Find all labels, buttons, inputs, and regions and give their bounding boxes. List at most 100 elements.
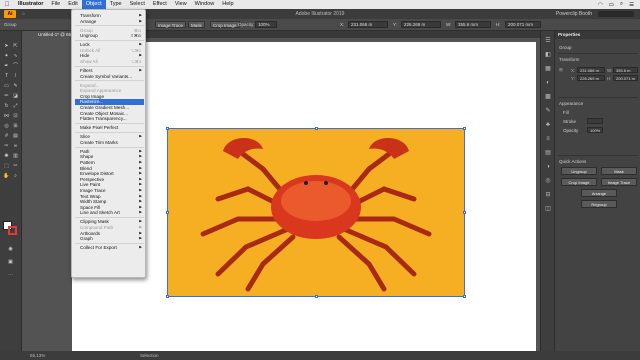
selection-handle[interactable] bbox=[315, 127, 318, 130]
menu-type[interactable]: Type bbox=[106, 0, 126, 9]
search-icon[interactable]: ⌕ bbox=[620, 1, 623, 8]
prop-w-input[interactable]: 355.6 m bbox=[613, 67, 638, 73]
align-panel-icon[interactable]: ⊟ bbox=[544, 191, 552, 199]
menu-item-create-trim-marks[interactable]: Create Trim Marks bbox=[75, 140, 144, 146]
artboard-tool-icon[interactable]: ⬚ bbox=[3, 163, 10, 170]
screen-mode-icon[interactable]: ▣ bbox=[7, 259, 14, 266]
properties-tab[interactable]: Properties bbox=[555, 31, 640, 39]
gradient-tool-icon[interactable]: ▤ bbox=[12, 133, 19, 140]
menu-item-make-pixel-perfect[interactable]: Make Pixel Perfect bbox=[75, 125, 144, 131]
selection-tool-icon[interactable]: ➤ bbox=[3, 43, 10, 50]
opacity-input[interactable]: 100% bbox=[587, 127, 603, 133]
selection-handle[interactable] bbox=[463, 295, 466, 298]
menu-item-line-and-sketch-art[interactable]: Line and Sketch Art ▶ bbox=[75, 210, 144, 216]
layers-panel-icon[interactable]: ◧ bbox=[544, 51, 552, 59]
menu-list-icon[interactable]: ☰ bbox=[629, 2, 634, 8]
zoom-level[interactable]: 65.13% bbox=[30, 351, 45, 360]
menu-help[interactable]: Help bbox=[218, 0, 237, 9]
apple-icon[interactable]:  bbox=[0, 2, 14, 8]
menu-file[interactable]: File bbox=[47, 0, 64, 9]
width-tool-icon[interactable]: ⋈ bbox=[3, 113, 10, 120]
lasso-tool-icon[interactable]: ∿ bbox=[12, 53, 19, 60]
graph-tool-icon[interactable]: ▥ bbox=[12, 153, 19, 160]
crop-image-button[interactable]: Crop Image bbox=[210, 21, 240, 28]
selection-handle[interactable] bbox=[463, 211, 466, 214]
magic-wand-tool-icon[interactable]: ✦ bbox=[3, 53, 10, 60]
ungroup-button[interactable]: Ungroup bbox=[561, 167, 597, 175]
selection-handle[interactable] bbox=[166, 127, 169, 130]
battery-icon[interactable]: ▭ bbox=[609, 2, 614, 8]
free-transform-tool-icon[interactable]: ⊡ bbox=[12, 113, 19, 120]
paintbrush-tool-icon[interactable]: ✎ bbox=[12, 83, 19, 90]
menu-select[interactable]: Select bbox=[126, 0, 149, 9]
eraser-tool-icon[interactable]: ◪ bbox=[12, 93, 19, 100]
menu-edit[interactable]: Edit bbox=[64, 0, 81, 9]
type-tool-icon[interactable]: T bbox=[3, 73, 10, 80]
x-input[interactable]: 231.066 m bbox=[348, 21, 388, 28]
transparency-panel-icon[interactable]: ◑ bbox=[544, 163, 552, 171]
gradient-panel-icon[interactable]: ▤ bbox=[544, 149, 552, 157]
eyedropper-tool-icon[interactable]: ✑ bbox=[3, 143, 10, 150]
image-trace-button[interactable]: Image Trace bbox=[155, 21, 187, 28]
menu-item-graph[interactable]: Graph ▶ bbox=[75, 236, 144, 242]
menu-item-ungroup[interactable]: Ungroup ⇧⌘G bbox=[75, 33, 144, 39]
rectangle-tool-icon[interactable]: ▭ bbox=[3, 83, 10, 90]
pencil-tool-icon[interactable]: ✏ bbox=[3, 93, 10, 100]
menu-view[interactable]: View bbox=[171, 0, 191, 9]
pathfinder-panel-icon[interactable]: ◫ bbox=[544, 205, 552, 213]
h-input[interactable]: 200.071 mm bbox=[505, 21, 541, 28]
blend-tool-icon[interactable]: ∞ bbox=[12, 143, 19, 150]
more-tools-icon[interactable]: ⋯ bbox=[7, 272, 14, 279]
mask-button[interactable]: Mask bbox=[601, 167, 637, 175]
swatches-panel-icon[interactable]: ▩ bbox=[544, 93, 552, 101]
prop-x-input[interactable]: 231.066 m bbox=[577, 67, 605, 73]
stroke-swatch[interactable] bbox=[8, 226, 17, 235]
libraries-panel-icon[interactable]: ▦ bbox=[544, 65, 552, 73]
rotate-tool-icon[interactable]: ↻ bbox=[3, 103, 10, 110]
regroup-button[interactable]: Regroup bbox=[581, 200, 617, 208]
selection-handle[interactable] bbox=[315, 295, 318, 298]
wifi-icon[interactable]: ◠ bbox=[598, 2, 603, 8]
menu-item-collect-for-export[interactable]: Collect For Export ▶ bbox=[75, 245, 144, 251]
line-tool-icon[interactable]: / bbox=[12, 73, 19, 80]
opacity-input[interactable]: 100% bbox=[255, 21, 277, 28]
reference-point-icon[interactable]: ⊞ bbox=[559, 67, 563, 73]
y-input[interactable]: 226.269 m bbox=[401, 21, 441, 28]
draw-mode-icon[interactable]: ◉ bbox=[7, 246, 14, 253]
prop-y-input[interactable]: 226.269 m bbox=[577, 75, 605, 81]
appearance-panel-icon[interactable]: ◎ bbox=[544, 177, 552, 185]
selection-handle[interactable] bbox=[166, 211, 169, 214]
menu-effect[interactable]: Effect bbox=[149, 0, 171, 9]
menu-item-flatten-transparency[interactable]: Flatten Transparency... bbox=[75, 116, 144, 122]
crop-image-button[interactable]: Crop Image bbox=[561, 178, 597, 186]
image-trace-button[interactable]: Image Trace bbox=[601, 178, 637, 186]
stroke-weight-input[interactable] bbox=[587, 118, 603, 124]
zoom-tool-icon[interactable]: ⌕ bbox=[12, 173, 19, 180]
search-stock-input[interactable] bbox=[598, 11, 634, 17]
curvature-tool-icon[interactable]: ⌒ bbox=[12, 63, 19, 70]
direct-selection-tool-icon[interactable]: ⇱ bbox=[12, 43, 19, 50]
mesh-tool-icon[interactable]: # bbox=[3, 133, 10, 140]
color-panel-icon[interactable]: ◐ bbox=[544, 79, 552, 87]
selection-handle[interactable] bbox=[166, 295, 169, 298]
menu-item-create-symbol-variants[interactable]: Create Symbol Variants... bbox=[75, 74, 144, 80]
arrange-button[interactable]: Arrange bbox=[581, 189, 617, 197]
menu-object[interactable]: Object bbox=[81, 0, 106, 9]
selection-handle[interactable] bbox=[463, 127, 466, 130]
home-icon[interactable]: ⌂ bbox=[22, 11, 25, 17]
symbol-sprayer-tool-icon[interactable]: ✺ bbox=[3, 153, 10, 160]
slice-tool-icon[interactable]: ✂ bbox=[12, 163, 19, 170]
shape-builder-tool-icon[interactable]: ◎ bbox=[3, 123, 10, 130]
w-input[interactable]: 355.6 mm bbox=[455, 21, 491, 28]
prop-h-input[interactable]: 200.071 m bbox=[613, 75, 638, 81]
scale-tool-icon[interactable]: ⤢ bbox=[12, 103, 19, 110]
workspace-switcher[interactable]: Powerclip Booth bbox=[556, 11, 592, 17]
hand-tool-icon[interactable]: ✋ bbox=[3, 173, 10, 180]
brushes-panel-icon[interactable]: ✎ bbox=[544, 107, 552, 115]
stroke-panel-icon[interactable]: ≡ bbox=[544, 135, 552, 143]
menu-illustrator[interactable]: Illustrator bbox=[14, 0, 47, 9]
perspective-grid-tool-icon[interactable]: ⊞ bbox=[12, 123, 19, 130]
crab-image[interactable] bbox=[166, 127, 466, 298]
properties-panel-icon[interactable]: ☰ bbox=[544, 37, 552, 45]
mask-button[interactable]: Mask bbox=[188, 21, 205, 28]
